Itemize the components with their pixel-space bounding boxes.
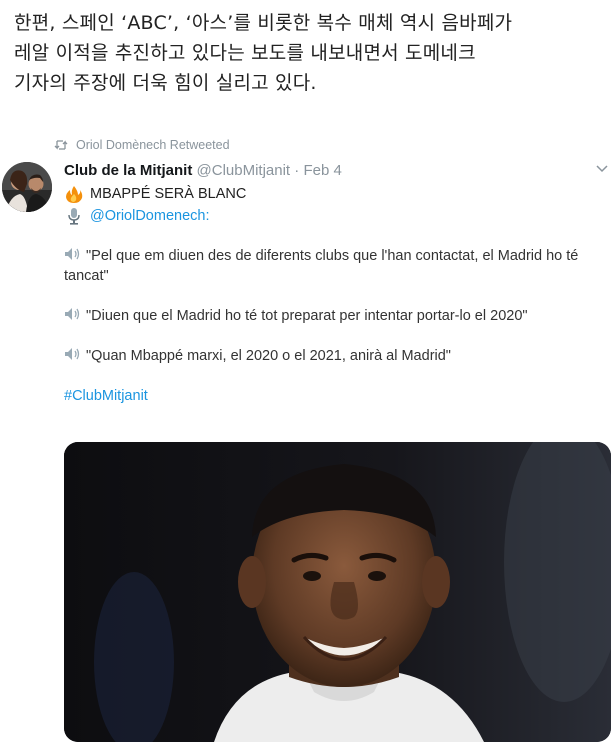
tweet-line-headline: MBAPPÉ SERÀ BLANC xyxy=(64,184,594,204)
fire-emoji-icon xyxy=(66,186,83,203)
article-line: 레알 이적을 추진하고 있다는 보도를 내보내면서 도메네크 xyxy=(14,42,476,64)
user-handle[interactable]: @ClubMitjanit xyxy=(197,162,291,179)
retweet-context[interactable]: Oriol Domènech Retweeted xyxy=(54,138,230,152)
quote-3: "Quan Mbappé marxi, el 2020 o el 2021, a… xyxy=(64,346,594,366)
separator-dot: · xyxy=(294,162,300,179)
avatar[interactable] xyxy=(2,162,52,212)
embedded-tweet[interactable]: Oriol Domènech Retweeted Club de la Mitj… xyxy=(0,130,615,742)
mention-link[interactable]: @OriolDomenech: xyxy=(90,206,209,226)
tweet-photo[interactable] xyxy=(64,442,611,742)
retweet-icon xyxy=(54,140,68,150)
headline-text: MBAPPÉ SERÀ BLANC xyxy=(90,186,247,202)
hashtag-link[interactable]: #ClubMitjanit xyxy=(64,388,148,404)
quote-text: "Pel que em diuen des de diferents clubs… xyxy=(64,248,579,284)
tweet-header: Club de la Mitjanit @ClubMitjanit · Feb … xyxy=(64,162,342,179)
retweet-label: Oriol Domènech Retweeted xyxy=(76,138,230,152)
speaker-emoji-icon xyxy=(65,308,80,320)
article-line: 한편, 스페인 ‘ABC’, ‘아스’를 비롯한 복수 매체 역시 음바페가 xyxy=(14,12,513,34)
tweet-body: MBAPPÉ SERÀ BLANC @OriolDomenech: "Pel q… xyxy=(64,184,594,406)
article-paragraph: 한편, 스페인 ‘ABC’, ‘아스’를 비롯한 복수 매체 역시 음바페가 레… xyxy=(14,8,604,98)
display-name[interactable]: Club de la Mitjanit xyxy=(64,162,192,179)
quote-text: "Diuen que el Madrid ho té tot preparat … xyxy=(86,308,528,324)
microphone-emoji-icon xyxy=(68,208,80,225)
speaker-emoji-icon xyxy=(65,348,80,360)
player-photo xyxy=(64,442,611,742)
quote-1: "Pel que em diuen des de diferents clubs… xyxy=(64,246,594,286)
speaker-emoji-icon xyxy=(65,248,80,260)
hashtag-row: #ClubMitjanit xyxy=(64,386,594,406)
quote-text: "Quan Mbappé marxi, el 2020 o el 2021, a… xyxy=(86,348,451,364)
tweet-line-mention: @OriolDomenech: xyxy=(64,206,594,226)
quote-2: "Diuen que el Madrid ho té tot preparat … xyxy=(64,306,594,326)
article-line: 기자의 주장에 더욱 힘이 실리고 있다. xyxy=(14,72,317,94)
tweet-date[interactable]: Feb 4 xyxy=(303,162,341,179)
chevron-down-icon[interactable] xyxy=(595,163,609,173)
avatar-image xyxy=(2,162,52,212)
